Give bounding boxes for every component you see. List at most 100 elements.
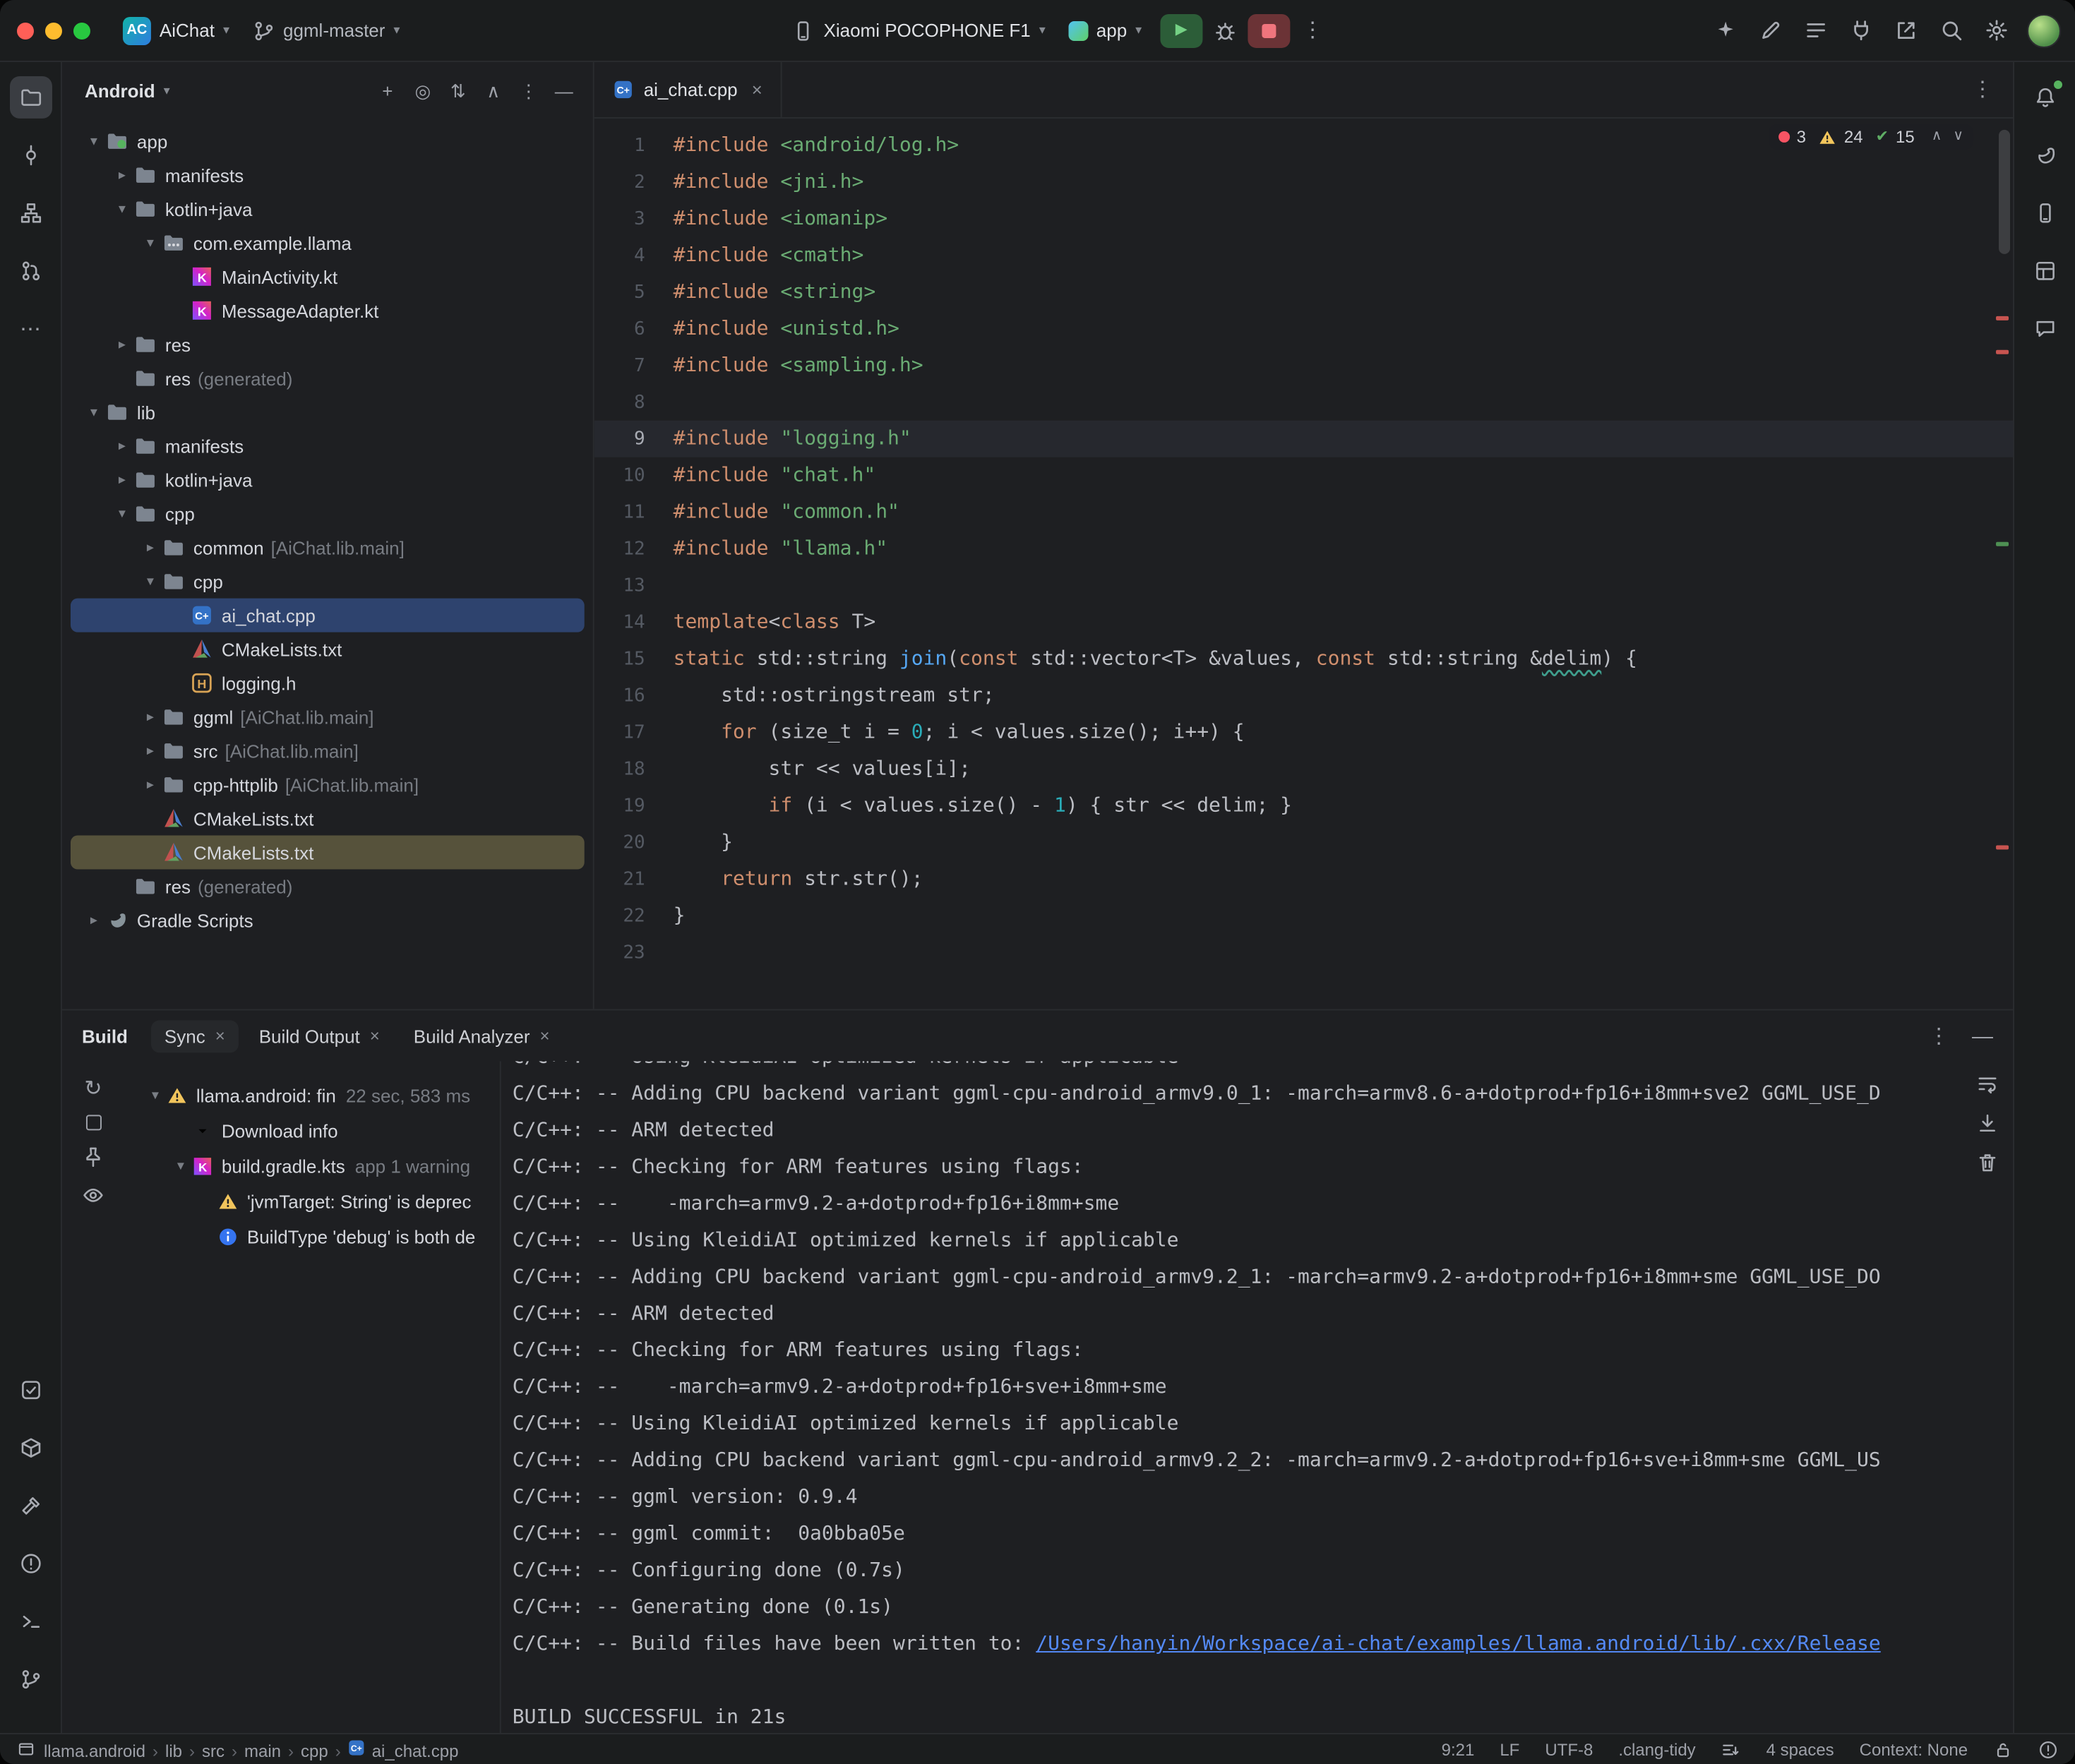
tree-item-ai-chat-cpp[interactable]: C+ai_chat.cpp [71, 599, 585, 632]
build-console[interactable]: C/C++: -- Using KleidiAI optimized kerne… [500, 1061, 2013, 1733]
project-widget[interactable]: AC AiChat ▾ [113, 12, 239, 49]
sync-tree-item[interactable]: Download info [124, 1113, 500, 1148]
code-line[interactable]: 16 std::ostringstream str; [594, 678, 2013, 714]
ai-assistant-button[interactable] [1705, 12, 1745, 49]
breadcrumb-item[interactable]: lib [165, 1741, 182, 1760]
code-line[interactable]: 14template<class T> [594, 604, 2013, 641]
chevron-down-icon[interactable]: ▾ [138, 574, 162, 589]
chevron-down-icon[interactable]: ▾ [144, 1088, 167, 1103]
tree-item-manifests[interactable]: ▸manifests [71, 158, 585, 192]
collapse-all-icon[interactable]: ∧ [482, 81, 506, 100]
line-ending-selector[interactable]: LF [1500, 1739, 1519, 1759]
code-line[interactable]: 8 [594, 384, 2013, 421]
tree-item-cmakelists-txt[interactable]: CMakeLists.txt [71, 802, 585, 836]
line-number[interactable]: 18 [594, 759, 674, 780]
caret-position[interactable]: 9:21 [1442, 1739, 1475, 1759]
pin-icon[interactable] [82, 1146, 104, 1168]
tree-item-mainactivity-kt[interactable]: KMainActivity.kt [71, 260, 585, 294]
build-tool-button[interactable] [9, 1484, 52, 1527]
tree-item-cmakelists-txt[interactable]: CMakeLists.txt [71, 632, 585, 666]
sync-tree-item[interactable]: ▾Kbuild.gradle.ktsapp 1 warning [124, 1148, 500, 1184]
line-number[interactable]: 7 [594, 355, 674, 376]
build-options-icon[interactable]: ⋮ [1928, 1025, 1949, 1046]
code-line[interactable]: 12#include "llama.h" [594, 531, 2013, 568]
line-number[interactable]: 4 [594, 245, 674, 266]
chevron-right-icon[interactable]: ▸ [138, 540, 162, 556]
code-line[interactable]: 3#include <iomanip> [594, 200, 2013, 237]
pull-requests-tool-button[interactable] [9, 250, 52, 292]
tree-item-res[interactable]: ▸res [71, 328, 585, 361]
tree-item-kotlin-java[interactable]: ▸kotlin+java [71, 463, 585, 497]
tree-item-messageadapter-kt[interactable]: KMessageAdapter.kt [71, 294, 585, 328]
share-button[interactable] [1886, 12, 1925, 49]
line-number[interactable]: 17 [594, 722, 674, 743]
minimize-window-button[interactable] [45, 22, 62, 39]
line-number[interactable]: 20 [594, 832, 674, 853]
line-number[interactable]: 16 [594, 685, 674, 707]
zoom-window-button[interactable] [73, 22, 90, 39]
scroll-to-end-icon[interactable] [1976, 1112, 1999, 1134]
line-number[interactable]: 3 [594, 208, 674, 229]
chevron-right-icon[interactable]: ▸ [82, 912, 106, 928]
tree-item-ggml[interactable]: ▸ggml[AiChat.lib.main] [71, 700, 585, 734]
structure-tool-button[interactable] [9, 192, 52, 234]
soft-wrap-icon[interactable] [1976, 1072, 1999, 1095]
line-number[interactable]: 13 [594, 575, 674, 596]
project-tool-button[interactable] [9, 76, 52, 119]
code-line[interactable]: 21 return str.str(); [594, 861, 2013, 898]
clang-tidy-selector[interactable]: .clang-tidy [1618, 1739, 1695, 1759]
indent-selector[interactable]: 4 spaces [1766, 1739, 1834, 1759]
plugins-button[interactable] [1841, 12, 1880, 49]
tree-item-common[interactable]: ▸common[AiChat.lib.main] [71, 531, 585, 565]
sync-tree-item[interactable]: 'jvmTarget: String' is deprec [124, 1184, 500, 1219]
tree-item-cpp-httplib[interactable]: ▸cpp-httplib[AiChat.lib.main] [71, 768, 585, 802]
tree-item-com-example-llama[interactable]: ▾com.example.llama [71, 226, 585, 260]
minimize-build-icon[interactable]: — [1972, 1025, 1993, 1046]
close-window-button[interactable] [17, 22, 34, 39]
chevron-down-icon[interactable]: ▾ [110, 201, 134, 217]
editor-options-icon[interactable]: ⋮ [1972, 79, 1993, 100]
error-stripe-mark[interactable] [1996, 846, 2009, 850]
settings-button[interactable] [1976, 12, 2016, 49]
problems-tool-button[interactable] [9, 1542, 52, 1585]
commit-tool-button[interactable] [9, 134, 52, 176]
line-number[interactable]: 11 [594, 502, 674, 523]
more-tool-windows-button[interactable]: ⋯ [9, 308, 52, 350]
build-tool-window-title[interactable]: Build [82, 1025, 128, 1046]
packages-tool-button[interactable] [9, 1427, 52, 1469]
code-line[interactable]: 22} [594, 897, 2013, 934]
chevron-down-icon[interactable]: ▾ [82, 404, 106, 420]
code-line[interactable]: 10#include "chat.h" [594, 457, 2013, 494]
gradle-tool-button[interactable] [2023, 134, 2066, 176]
hide-panel-icon[interactable]: — [552, 81, 576, 100]
tree-item-app[interactable]: ▾app [71, 124, 585, 158]
line-number[interactable]: 1 [594, 135, 674, 156]
version-control-tool-button[interactable] [9, 1658, 52, 1700]
todo-tool-button[interactable] [9, 1369, 52, 1411]
re-sync-icon[interactable]: ↻ [84, 1078, 102, 1099]
line-number[interactable]: 10 [594, 465, 674, 486]
error-stripe-mark[interactable] [1996, 350, 2009, 354]
code-line[interactable]: 18 str << values[i]; [594, 751, 2013, 788]
line-number[interactable]: 22 [594, 905, 674, 926]
close-tab-icon[interactable]: × [752, 80, 763, 99]
chevron-down-icon[interactable]: ▾ [138, 235, 162, 251]
context-selector[interactable]: Context: None [1860, 1739, 1968, 1759]
expand-all-icon[interactable]: ⇅ [446, 81, 470, 100]
line-number[interactable]: 5 [594, 282, 674, 303]
code-line[interactable]: 11#include "common.h" [594, 494, 2013, 531]
breadcrumb-item[interactable]: src [202, 1741, 225, 1760]
error-stripe-mark[interactable] [1996, 316, 2009, 320]
notifications-status-icon[interactable] [2038, 1739, 2058, 1759]
chevron-right-icon[interactable]: ▸ [110, 438, 134, 454]
code-line[interactable]: 20 } [594, 824, 2013, 861]
terminal-tool-button[interactable] [9, 1600, 52, 1643]
chevron-right-icon[interactable]: ▸ [138, 743, 162, 759]
line-number[interactable]: 19 [594, 796, 674, 817]
chevron-right-icon[interactable]: ▸ [110, 472, 134, 488]
more-actions-icon[interactable]: ⋮ [1293, 12, 1332, 49]
layout-inspector-button[interactable] [2023, 250, 2066, 292]
run-config-selector[interactable]: app ▾ [1058, 16, 1152, 45]
breadcrumb-item[interactable]: ai_chat.cpp [372, 1741, 459, 1760]
device-manager-button[interactable] [2023, 192, 2066, 234]
